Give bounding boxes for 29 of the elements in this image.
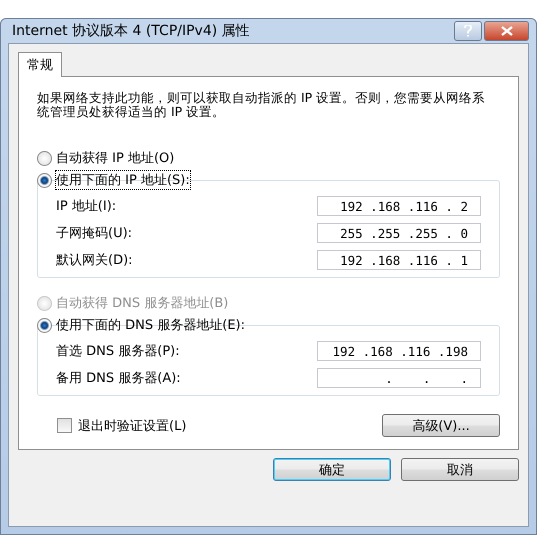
tab[interactable]: 常规 [18, 52, 62, 77]
ip-address-field[interactable]: 192 .168 .116 . 2 [317, 196, 481, 216]
radio-label: 使用下面的 DNS 服务器地址(E): [56, 317, 245, 334]
close-icon [500, 26, 512, 36]
advanced-button[interactable]: 高级(V)... [382, 414, 500, 437]
ip-address-field[interactable]: 192 .168 .116 .198 [317, 341, 481, 361]
field-label: IP 地址(I): [56, 198, 116, 215]
checkbox[interactable] [57, 418, 72, 433]
field-label: 子网掩码(U): [56, 225, 132, 242]
field-label: 首选 DNS 服务器(P): [56, 343, 180, 360]
checkbox-label: 退出时验证设置(L) [78, 418, 186, 434]
radio-button[interactable] [37, 318, 52, 332]
help-icon [464, 25, 472, 37]
radio-label: 自动获得 DNS 服务器地址(B) [56, 295, 228, 312]
field-label: 默认网关(D): [56, 252, 133, 269]
help-button[interactable] [454, 21, 482, 41]
ip-address-field[interactable]: . . . [317, 368, 481, 388]
intro-text: 如果网络支持此功能，则可以获取自动指派的 IP 设置。否则，您需要从网络系统管理员处获得适当的 IP 设置。 [37, 91, 486, 119]
close-button[interactable] [484, 21, 529, 41]
radio-label: 使用下面的 IP 地址(S): [56, 171, 190, 189]
ip-address-field[interactable]: 192 .168 .116 . 1 [317, 250, 481, 270]
dialog-button[interactable]: 确定 [273, 458, 391, 481]
dialog-button[interactable]: 取消 [401, 458, 519, 481]
radio-button[interactable] [37, 150, 52, 166]
window-title: Internet 协议版本 4 (TCP/IPv4) 属性 [11, 22, 250, 40]
radio-button[interactable] [37, 172, 52, 188]
field-label: 备用 DNS 服务器(A): [56, 370, 181, 387]
radio-label: 自动获得 IP 地址(O) [56, 150, 174, 167]
ip-address-field[interactable]: 255 .255 .255 . 0 [317, 223, 481, 243]
